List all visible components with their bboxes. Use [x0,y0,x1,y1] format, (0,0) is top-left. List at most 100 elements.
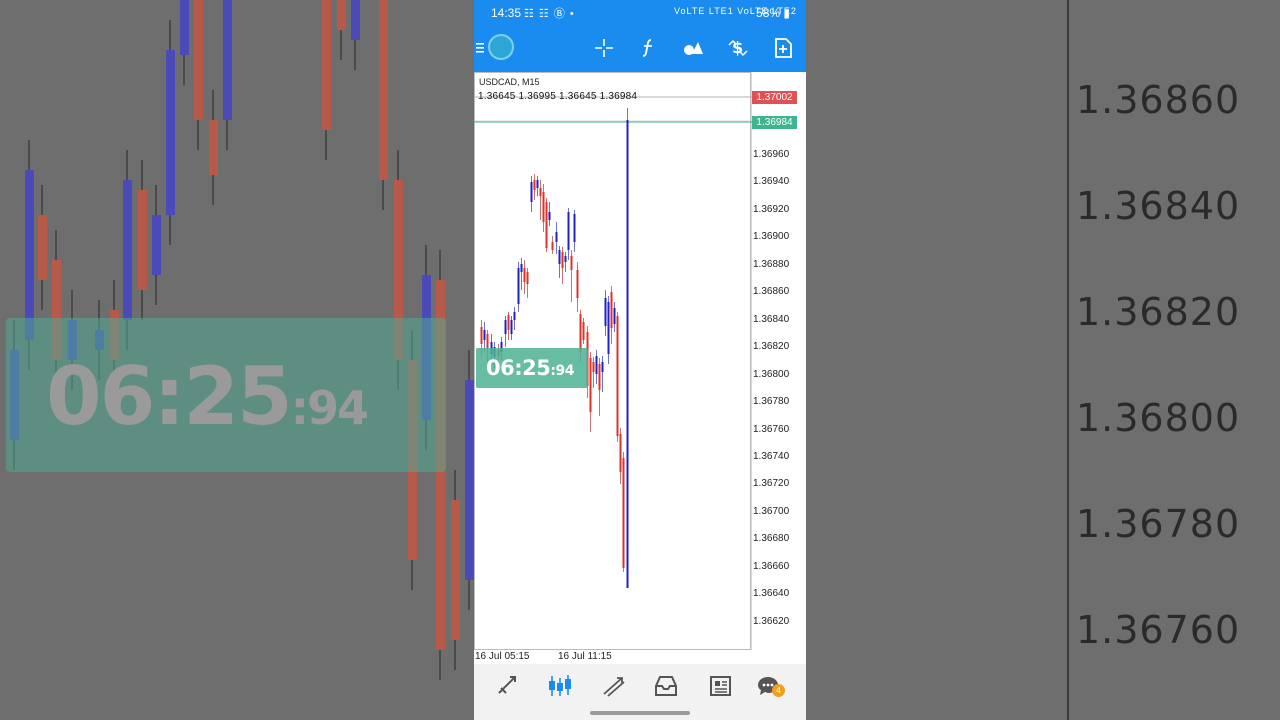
chart-ohlc: 1.36645 1.36995 1.36645 1.36984 [478,91,638,102]
background-candle-body [38,215,47,280]
news-icon[interactable] [706,672,734,700]
candle-body [533,180,536,190]
candle-body [561,252,564,268]
candle-body [582,322,585,340]
y-tick-label: 1.36940 [753,176,790,188]
timer-main: 06:25 [486,356,551,380]
background-candle-body [465,380,474,580]
candle-body [595,356,598,374]
y-tick-label: 1.36820 [753,341,790,353]
candle-body [558,250,561,264]
candle-body [530,182,533,202]
background-timer-main: 06:25 [46,350,293,443]
candle-body [579,314,582,352]
candle-body [564,256,567,262]
x-tick-label: 16 Jul 11:15 [558,651,612,662]
trade-icon[interactable] [600,672,628,700]
candle-body [504,320,507,334]
background-timer-sub: :94 [290,381,369,435]
ask-price-badge: 1.37002 [752,91,797,104]
background-candle-body [451,500,460,640]
y-tick-label: 1.36760 [753,423,790,435]
candle-body [626,120,629,588]
candle-body [526,272,529,284]
candle-body [536,180,539,188]
trade-dollar-icon[interactable]: $ [726,36,750,60]
candle-body [510,320,513,334]
background-candle-body [180,0,189,55]
background-price-label: 1.36860 [1076,78,1241,122]
candle-body [545,202,548,248]
background-timer: 06:25:94 [46,350,369,443]
y-tick-label: 1.36920 [753,203,790,215]
candle-body [573,214,576,242]
app-logo[interactable] [488,34,514,60]
candle-body [520,264,523,272]
candle-body [607,302,610,354]
bid-price-badge: 1.36984 [752,116,797,129]
candle-body [523,268,526,282]
background-candle-body [223,0,232,120]
background-candle-body [166,50,175,215]
function-icon[interactable] [636,36,660,60]
toolbar: $ [474,30,806,66]
chart-area[interactable]: USDCAD, M15 1.36645 1.36995 1.36645 1.36… [474,72,806,666]
background-candle-body [209,120,218,175]
phone-screen: 14:35 ☷ ☷ Ⓑ • VoLTE LTE1 VoLTE LTE2 58% … [474,0,806,720]
home-indicator[interactable] [590,711,690,715]
new-order-icon[interactable] [771,36,795,60]
timer-text: 06:25:94 [486,356,574,380]
candle-body [551,242,554,250]
y-tick-label: 1.36860 [753,286,790,298]
background-candle-body [322,0,331,130]
objects-icon[interactable] [681,36,705,60]
quotes-icon[interactable] [494,672,522,700]
background-candle-body [123,180,132,320]
background-candle-body [337,0,346,30]
candle-body [610,292,613,328]
chat-icon[interactable]: 4 [754,672,785,700]
status-battery: 58% ▮ [756,6,790,20]
candle-body [589,358,592,412]
menu-icon[interactable] [474,36,486,60]
y-tick-label: 1.36800 [753,368,790,380]
status-notification-icons: ☷ ☷ Ⓑ • [524,8,575,20]
candle-body [567,212,570,250]
y-tick-label: 1.36780 [753,396,790,408]
candle-body [513,312,516,320]
crosshair-icon[interactable] [592,36,616,60]
candle-body [576,270,579,298]
candle-body [548,212,551,220]
background-price-label: 1.36800 [1076,396,1241,440]
battery-icon: ▮ [783,6,790,20]
candle-timer: 06:25:94 [476,348,588,388]
candle-body [542,192,545,222]
history-icon[interactable] [652,672,680,700]
candle-body [622,458,625,568]
candle-body [480,327,483,344]
y-tick-label: 1.36880 [753,258,790,270]
candle-body [598,364,601,390]
candle-body [601,362,604,372]
chat-badge: 4 [772,684,785,697]
candle-body [539,188,542,196]
y-tick-label: 1.36620 [753,615,790,627]
timer-sub: :94 [550,363,574,379]
candle-body [555,232,558,242]
battery-percent: 58% [756,6,781,20]
y-tick-label: 1.36720 [753,478,790,490]
background-price-label: 1.36780 [1076,502,1241,546]
y-tick-label: 1.36700 [753,505,790,517]
background-price-label: 1.36840 [1076,184,1241,228]
y-tick-label: 1.36680 [753,533,790,545]
candle-body [604,298,607,326]
candle-body [616,316,619,436]
candle-body [592,362,595,372]
background-candle-body [138,190,147,290]
y-tick-label: 1.36640 [753,588,790,600]
chart-icon[interactable] [546,672,574,700]
candle-body [507,315,510,330]
bottom-nav: 4 [474,664,806,720]
background-price-label: 1.36820 [1076,290,1241,334]
background-candle-body [25,170,34,340]
